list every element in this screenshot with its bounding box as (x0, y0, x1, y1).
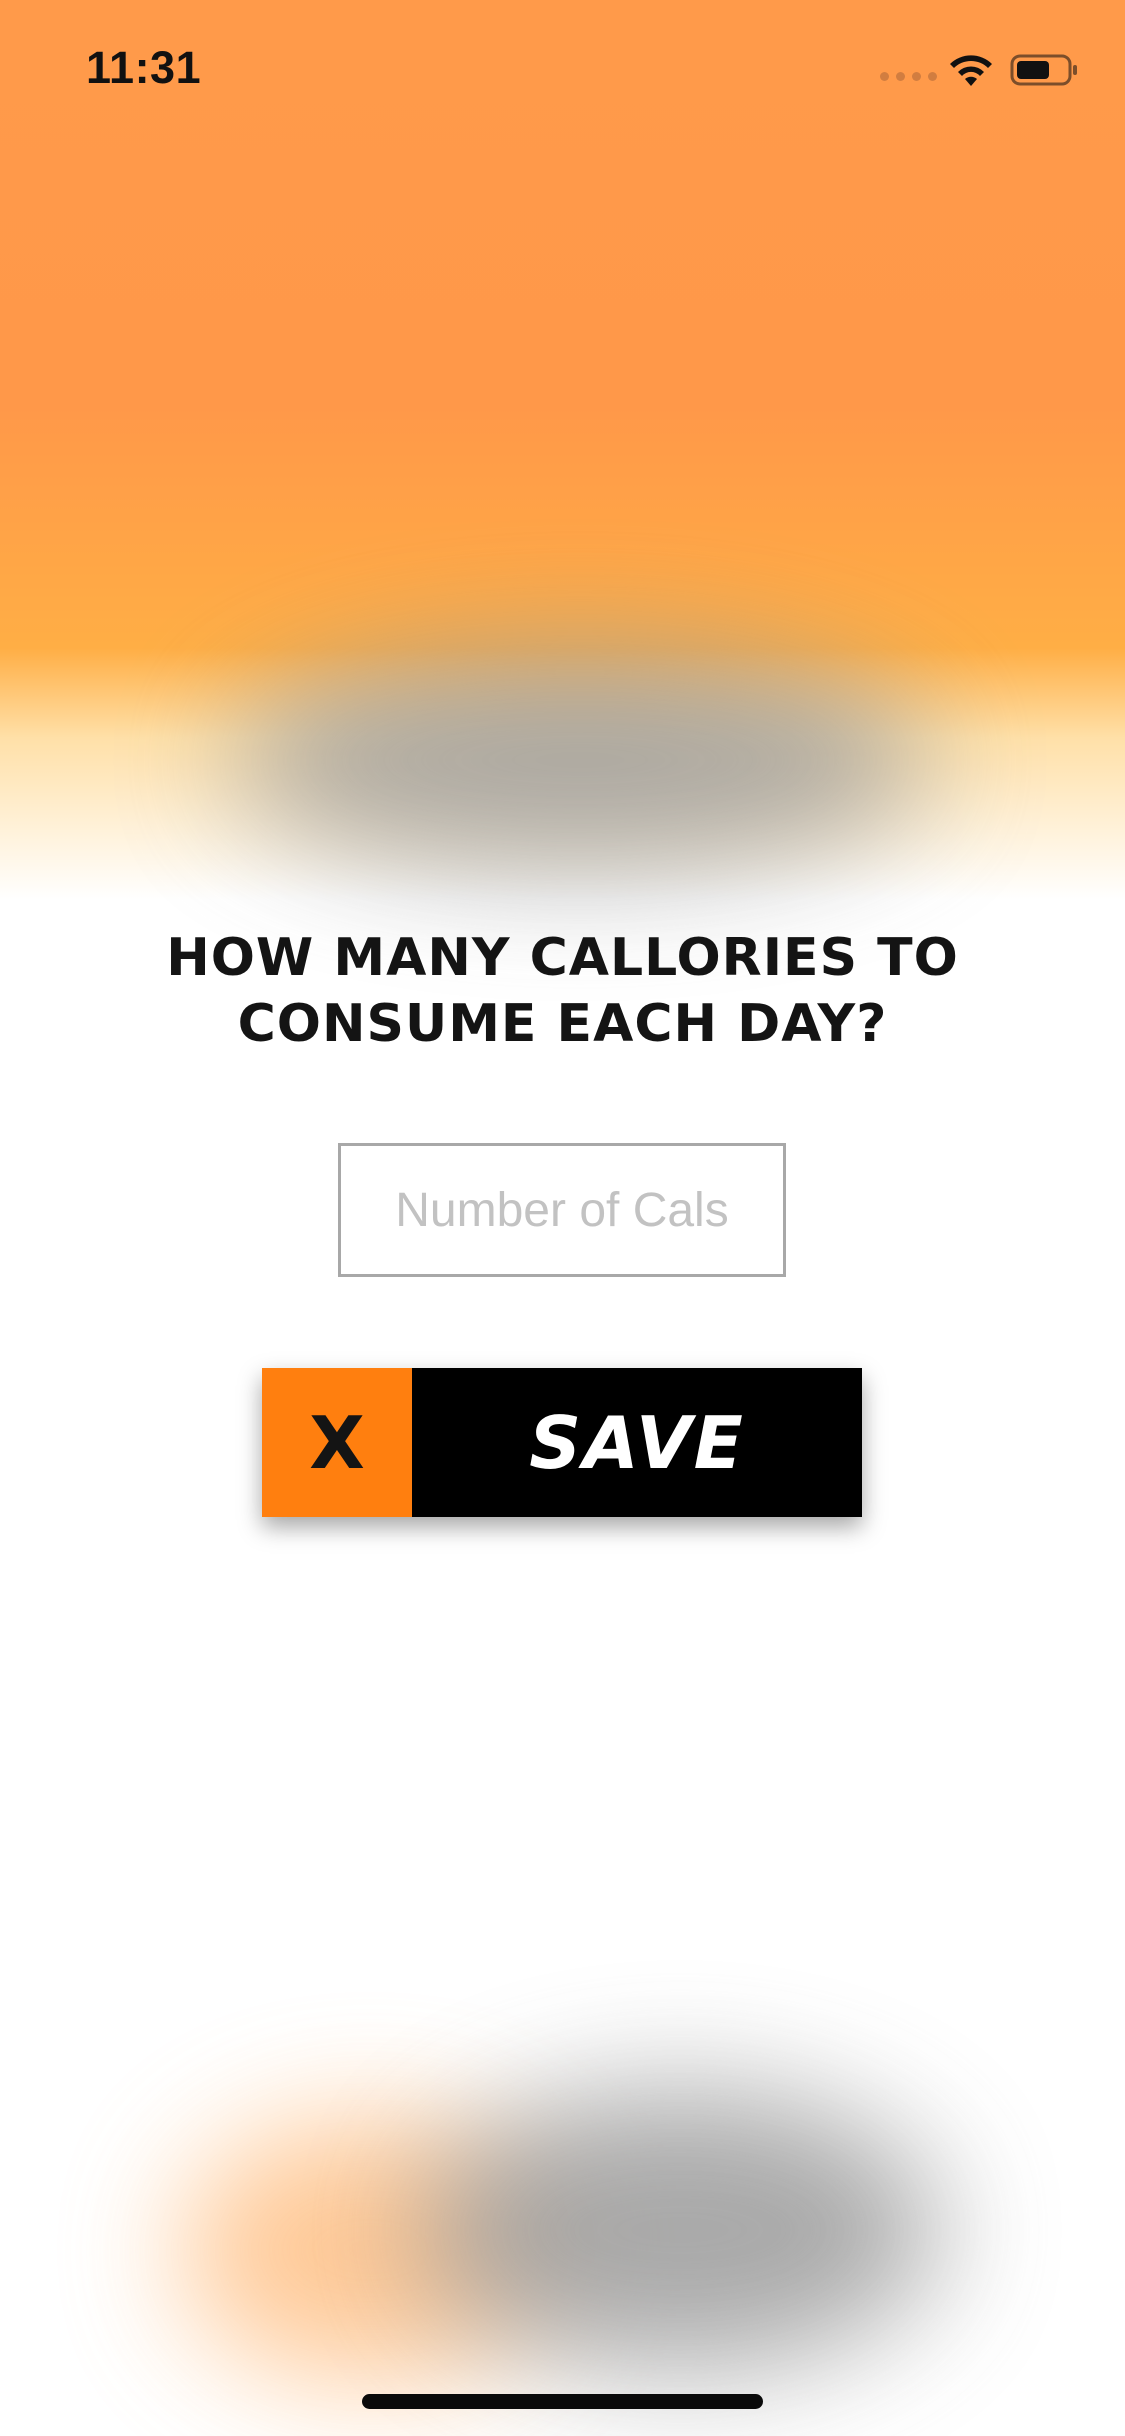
calories-input[interactable] (338, 1143, 786, 1277)
calories-question-heading: HOW MANY CALLORIES TO CONSUME EACH DAY? (166, 928, 959, 1054)
cellular-signal-icon (880, 72, 937, 81)
status-bar: 11:31 (0, 0, 1125, 132)
save-button[interactable]: SAVE (412, 1368, 862, 1517)
close-button[interactable]: X (262, 1368, 412, 1517)
action-bar: X SAVE (262, 1368, 862, 1517)
close-label: X (309, 1400, 365, 1485)
home-indicator[interactable] (362, 2394, 763, 2409)
background-gray-blur-top (230, 650, 930, 870)
background-gray-blur-bottom (420, 2090, 940, 2370)
save-label: SAVE (529, 1400, 745, 1485)
wifi-icon (950, 55, 992, 86)
status-time: 11:31 (86, 42, 202, 93)
battery-icon (1010, 54, 1077, 86)
